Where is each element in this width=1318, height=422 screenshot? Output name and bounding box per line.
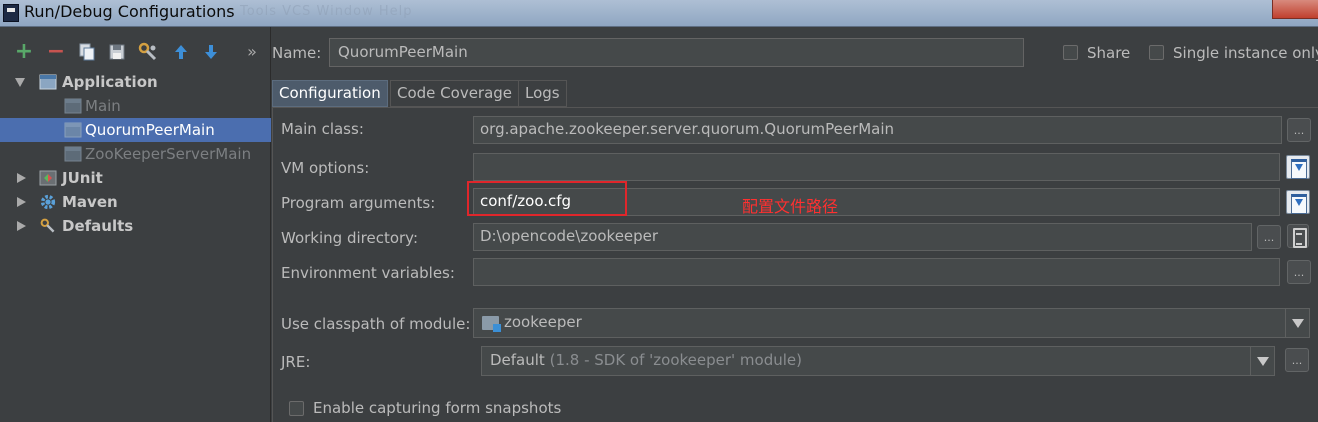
ellipsis-icon: ... bbox=[1293, 265, 1305, 279]
collapsed-arrow-icon[interactable] bbox=[17, 221, 26, 231]
window-title-bar: Run/Debug Configurations Tools VCS Windo… bbox=[0, 0, 1318, 27]
single-instance-label: Single instance only bbox=[1173, 44, 1318, 62]
tree-label-zookeeperservermain: ZooKeeperServerMain bbox=[85, 145, 252, 163]
main-class-input[interactable]: org.apache.zookeeper.server.quorum.Quoru… bbox=[473, 116, 1282, 144]
working-directory-label: Working directory: bbox=[281, 229, 419, 247]
main-class-browse-button[interactable]: ... bbox=[1287, 118, 1311, 142]
tree-node-zookeeperservermain[interactable]: ZooKeeperServerMain bbox=[0, 142, 271, 166]
configurations-tree: Application Main QuorumPeerMain ZooKeepe… bbox=[0, 70, 271, 238]
working-directory-browse-button[interactable]: ... bbox=[1257, 225, 1281, 249]
single-instance-checkbox[interactable] bbox=[1149, 45, 1164, 60]
tree-label-quorumpeermain: QuorumPeerMain bbox=[85, 121, 215, 139]
tab-code-coverage[interactable]: Code Coverage bbox=[390, 80, 520, 107]
application-config-icon bbox=[64, 146, 82, 162]
configurations-tree-panel: + − » Application Main QuorumPeerMain Zo… bbox=[0, 27, 271, 422]
main-class-label: Main class: bbox=[281, 120, 364, 138]
vm-options-label: VM options: bbox=[281, 159, 370, 177]
tab-configuration[interactable]: Configuration bbox=[272, 80, 388, 107]
jre-label: JRE: bbox=[281, 353, 311, 371]
tree-node-quorumpeermain[interactable]: QuorumPeerMain bbox=[0, 118, 271, 142]
module-folder-icon bbox=[482, 316, 501, 332]
jre-detail: (1.8 - SDK of 'zookeeper' module) bbox=[549, 351, 802, 369]
minus-icon: − bbox=[46, 39, 66, 64]
copy-icon bbox=[79, 43, 95, 61]
enable-snapshots-checkbox[interactable] bbox=[289, 401, 304, 416]
classpath-module-value: zookeeper bbox=[504, 313, 582, 331]
tree-node-main[interactable]: Main bbox=[0, 94, 271, 118]
highlight-box bbox=[467, 181, 627, 216]
working-directory-input[interactable]: D:\opencode\zookeeper bbox=[473, 223, 1252, 251]
tree-node-defaults[interactable]: Defaults bbox=[0, 214, 271, 238]
ellipsis-icon: ... bbox=[1263, 230, 1275, 244]
save-icon bbox=[109, 44, 125, 60]
program-arguments-label: Program arguments: bbox=[281, 194, 436, 212]
window-title: Run/Debug Configurations bbox=[24, 2, 235, 21]
ellipsis-icon: ... bbox=[1291, 353, 1303, 367]
move-up-button[interactable] bbox=[171, 41, 191, 63]
window-close-button[interactable] bbox=[1272, 0, 1318, 19]
working-directory-macros-button[interactable] bbox=[1287, 224, 1309, 248]
tree-node-maven[interactable]: Maven bbox=[0, 190, 271, 214]
plus-icon: + bbox=[14, 39, 34, 64]
annotation-text: 配置文件路径 bbox=[742, 197, 839, 216]
background-menu-text: Tools VCS Window Help bbox=[240, 4, 413, 19]
share-checkbox[interactable] bbox=[1063, 45, 1078, 60]
junit-icon bbox=[39, 170, 57, 186]
classpath-module-label: Use classpath of module: bbox=[281, 315, 471, 333]
tree-label-junit: JUnit bbox=[62, 169, 103, 187]
chevron-down-icon[interactable] bbox=[1285, 309, 1309, 337]
tab-logs[interactable]: Logs bbox=[518, 80, 567, 107]
double-chevron-icon: » bbox=[247, 42, 257, 61]
vm-options-expand-button[interactable] bbox=[1286, 155, 1310, 179]
tree-label-application: Application bbox=[62, 73, 158, 91]
environment-variables-label: Environment variables: bbox=[281, 264, 455, 282]
enable-snapshots-label: Enable capturing form snapshots bbox=[313, 399, 562, 417]
share-label: Share bbox=[1087, 44, 1131, 62]
collapsed-arrow-icon[interactable] bbox=[17, 173, 26, 183]
copy-configuration-button[interactable] bbox=[77, 41, 97, 63]
collapsed-arrow-icon[interactable] bbox=[17, 197, 26, 207]
tree-toolbar: + − » bbox=[0, 41, 271, 63]
arrow-up-icon bbox=[175, 45, 187, 59]
classpath-module-select[interactable]: zookeeper bbox=[473, 308, 1310, 338]
maven-gear-icon bbox=[40, 194, 56, 210]
tree-node-application[interactable]: Application bbox=[0, 70, 271, 94]
move-down-button[interactable] bbox=[201, 41, 221, 63]
jre-value: Default bbox=[490, 351, 545, 369]
application-icon bbox=[39, 74, 57, 90]
defaults-wrench-icon bbox=[40, 218, 55, 233]
more-actions-button[interactable]: » bbox=[242, 41, 262, 63]
expanded-arrow-icon[interactable] bbox=[15, 78, 25, 87]
intellij-app-icon bbox=[3, 4, 19, 22]
arrow-down-icon bbox=[205, 45, 217, 59]
application-config-icon bbox=[64, 122, 82, 138]
configuration-name-input[interactable]: QuorumPeerMain bbox=[329, 38, 1024, 67]
environment-variables-input[interactable] bbox=[473, 258, 1280, 286]
tree-label-defaults: Defaults bbox=[62, 217, 134, 235]
tree-label-main: Main bbox=[85, 97, 121, 115]
remove-configuration-button[interactable]: − bbox=[46, 41, 66, 63]
edit-defaults-button[interactable] bbox=[138, 41, 158, 63]
jre-select[interactable]: Default (1.8 - SDK of 'zookeeper' module… bbox=[481, 346, 1275, 376]
vm-options-input[interactable] bbox=[473, 153, 1280, 181]
tree-node-junit[interactable]: JUnit bbox=[0, 166, 271, 190]
wrench-icon bbox=[138, 42, 157, 61]
program-arguments-expand-button[interactable] bbox=[1286, 190, 1310, 214]
application-config-icon bbox=[64, 98, 82, 114]
add-configuration-button[interactable]: + bbox=[14, 41, 34, 63]
tree-label-maven: Maven bbox=[62, 193, 118, 211]
chevron-down-icon[interactable] bbox=[1250, 347, 1274, 375]
name-label: Name: bbox=[272, 44, 322, 62]
environment-variables-edit-button[interactable]: ... bbox=[1287, 260, 1311, 284]
jre-browse-button[interactable]: ... bbox=[1285, 348, 1309, 372]
save-configuration-button[interactable] bbox=[107, 41, 127, 63]
ellipsis-icon: ... bbox=[1293, 123, 1305, 137]
